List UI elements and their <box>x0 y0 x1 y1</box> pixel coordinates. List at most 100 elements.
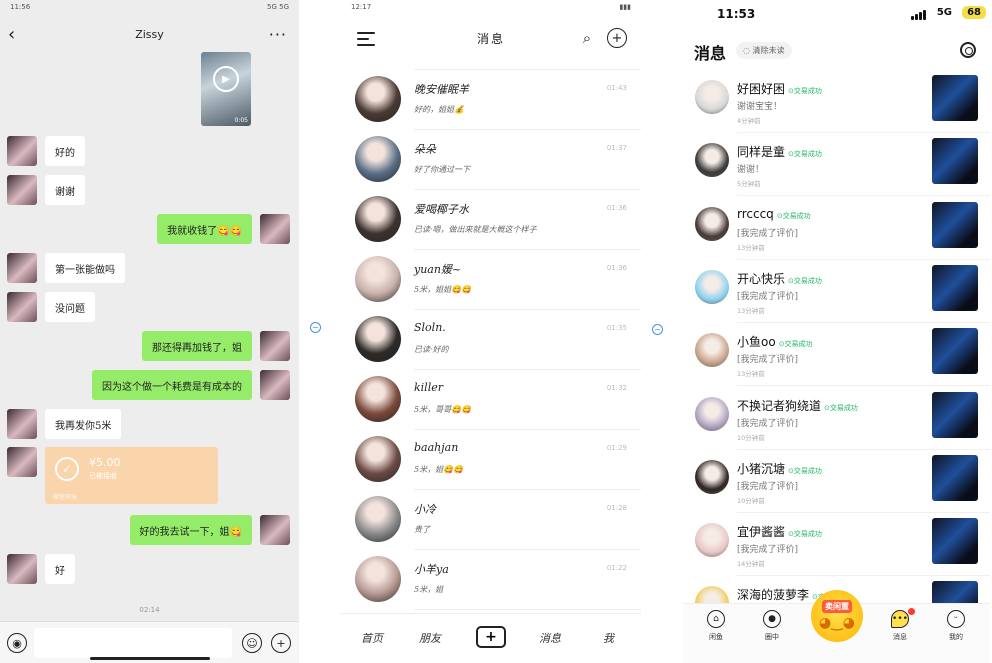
avatar[interactable] <box>7 409 37 439</box>
message-time: 01:37 <box>606 144 627 152</box>
chat-row[interactable]: killer 5米，哥哥😋😋 01:32 <box>341 370 641 430</box>
clear-unread-button[interactable]: ◌ 清除未读 <box>736 42 792 59</box>
deal-badge: ⊙交易成功 <box>788 530 822 539</box>
avatar[interactable] <box>260 370 290 400</box>
deal-badge: ⊙交易成功 <box>788 150 822 159</box>
message-time: 13分钟前 <box>737 306 765 315</box>
tab-messages[interactable]: ••• 消息 <box>875 608 925 642</box>
publish-button[interactable]: + <box>476 626 506 648</box>
chat-row[interactable]: 小羊ya 5米，姐 01:22 <box>341 550 641 610</box>
conversation-row[interactable]: 宜伊酱酱 ⊙交易成功 [我完成了评价] 14分钟前 <box>683 513 990 577</box>
conversation-row[interactable]: 小鱼oo ⊙交易成功 [我完成了评价] 13分钟前 <box>683 323 990 387</box>
avatar[interactable] <box>7 554 37 584</box>
tab-circle[interactable]: ● 圈中 <box>747 610 797 642</box>
avatar[interactable] <box>7 136 37 166</box>
chat-row[interactable]: 朵朵 好了你通过一下 01:37 <box>341 130 641 190</box>
deal-badge: ⊙交易成功 <box>824 403 858 412</box>
avatar <box>355 76 401 122</box>
message-input[interactable] <box>34 628 232 658</box>
last-message: 谢谢宝宝！ <box>737 102 783 112</box>
chat-row[interactable]: 爱喝椰子水 已读·嗯，做出来就是大概这个样子 01:36 <box>341 190 641 250</box>
tab-messages[interactable]: 消息 <box>539 630 561 646</box>
transfer-status: 已被接收 <box>89 472 117 480</box>
video-message[interactable]: ▶ 0:05 <box>201 52 251 126</box>
incoming-message[interactable]: 我再发你5米 <box>45 409 122 439</box>
voice-icon[interactable]: ◉ <box>7 633 27 653</box>
incoming-message[interactable]: 第一张能做吗 <box>45 253 125 283</box>
tab-home[interactable]: 首页 <box>361 630 383 646</box>
message-time: 01:22 <box>606 564 627 572</box>
last-message: 好的，姐姐💰 <box>414 105 464 114</box>
item-thumbnail[interactable] <box>932 201 978 248</box>
deal-badge: ⊙交易成功 <box>788 466 822 475</box>
avatar <box>355 316 401 362</box>
tab-mine[interactable]: ᵕ 我的 <box>931 610 981 642</box>
more-icon[interactable]: ··· <box>269 25 287 44</box>
contact-name: 爱喝椰子水 <box>414 203 469 216</box>
avatar[interactable] <box>260 331 290 361</box>
bottom-tab-bar: 首页 朋友 + 消息 我 <box>341 613 641 663</box>
item-thumbnail[interactable] <box>932 328 978 375</box>
minus-icon[interactable]: − <box>310 322 321 333</box>
tab-xianyu[interactable]: ⌂ 闲鱼 <box>691 610 741 642</box>
avatar <box>695 523 729 558</box>
outgoing-message[interactable]: 那还得再加钱了，姐 <box>142 331 252 361</box>
avatar[interactable] <box>7 253 37 283</box>
user-name-line: 同样是童 ⊙交易成功 <box>737 143 822 160</box>
location-icon: ● <box>763 610 781 628</box>
user-name-line: 宜伊酱酱 ⊙交易成功 <box>737 523 822 540</box>
transfer-amount: ¥5.00 <box>89 456 121 469</box>
back-icon[interactable]: ‹ <box>8 24 15 45</box>
outgoing-message[interactable]: 好的我去试一下，姐😋 <box>129 515 252 545</box>
mascot-icon: ◕‿◕ <box>818 615 856 631</box>
incoming-message[interactable]: 好的 <box>45 136 85 166</box>
incoming-message[interactable]: 谢谢 <box>45 175 85 205</box>
item-thumbnail[interactable] <box>932 75 978 121</box>
conversation-row[interactable]: rrcccq ⊙交易成功 [我完成了评价] 13分钟前 <box>683 197 990 260</box>
add-icon[interactable]: + <box>607 28 627 48</box>
conversation-row[interactable]: 同样是童 ⊙交易成功 谢谢！ 5分钟前 <box>683 133 990 197</box>
contact-name: 小冷 <box>414 503 436 516</box>
chat-row[interactable]: 晚安催眠羊 好的，姐姐💰 01:43 <box>341 70 641 130</box>
chat-row[interactable]: yuan媛~ 5米，姐姐😋😋 01:36 <box>341 250 641 310</box>
status-indicators: 5G 5G <box>267 3 289 11</box>
add-icon[interactable]: + <box>271 633 291 653</box>
conversation-row[interactable]: 好困好困 ⊙交易成功 谢谢宝宝！ 4分钟前 <box>683 70 990 133</box>
sell-button[interactable]: 卖闲置 ◕‿◕ <box>811 590 863 642</box>
chat-row[interactable]: 小冷 贵了 01:28 <box>341 490 641 550</box>
item-thumbnail[interactable] <box>932 391 978 438</box>
item-thumbnail[interactable] <box>932 454 978 501</box>
deal-badge: ⊙交易成功 <box>788 276 822 285</box>
user-name: 开心快乐 <box>737 271 786 286</box>
user-name: 深海的菠萝李 <box>737 588 810 603</box>
user-name-line: 不换记者狗绕道 ⊙交易成功 <box>737 397 858 414</box>
conversation-row[interactable]: 开心快乐 ⊙交易成功 [我完成了评价] 13分钟前 <box>683 260 990 323</box>
item-thumbnail[interactable] <box>932 138 978 185</box>
message-time: 01:32 <box>606 384 627 392</box>
incoming-message[interactable]: 好 <box>45 554 75 584</box>
search-icon[interactable]: ⌕ <box>577 28 597 48</box>
tab-friends[interactable]: 朋友 <box>419 630 441 646</box>
transfer-card[interactable]: ✓ ¥5.00 已被接收 微信转账 <box>45 447 218 504</box>
chat-row[interactable]: baahjan 5米，姐😋😋 01:29 <box>341 430 641 490</box>
avatar[interactable] <box>7 292 37 322</box>
outgoing-message[interactable]: 因为这个做一个耗费是有成本的 <box>92 370 252 400</box>
emoji-icon[interactable]: ☺ <box>242 633 262 653</box>
item-thumbnail[interactable] <box>932 264 978 311</box>
avatar[interactable] <box>7 175 37 205</box>
incoming-message[interactable]: 没问题 <box>45 292 95 322</box>
conversation-row[interactable]: 不换记者狗绕道 ⊙交易成功 [我完成了评价] 10分钟前 <box>683 387 990 450</box>
avatar <box>355 376 401 422</box>
tab-label: 消息 <box>893 633 907 641</box>
outgoing-message[interactable]: 我就收钱了😋😋 <box>157 214 252 244</box>
avatar[interactable] <box>260 515 290 545</box>
tab-me[interactable]: 我 <box>603 630 614 646</box>
avatar[interactable] <box>7 447 37 477</box>
item-thumbnail[interactable] <box>932 518 978 565</box>
avatar[interactable] <box>260 214 290 244</box>
minus-icon[interactable]: − <box>652 324 663 335</box>
settings-icon[interactable] <box>960 42 976 58</box>
chat-row[interactable]: Sloln. 已读·好的 01:35 <box>341 310 641 370</box>
conversation-row[interactable]: 小猪沉塘 ⊙交易成功 [我完成了评价] 10分钟前 <box>683 450 990 513</box>
status-time: 12:17 <box>351 3 372 11</box>
